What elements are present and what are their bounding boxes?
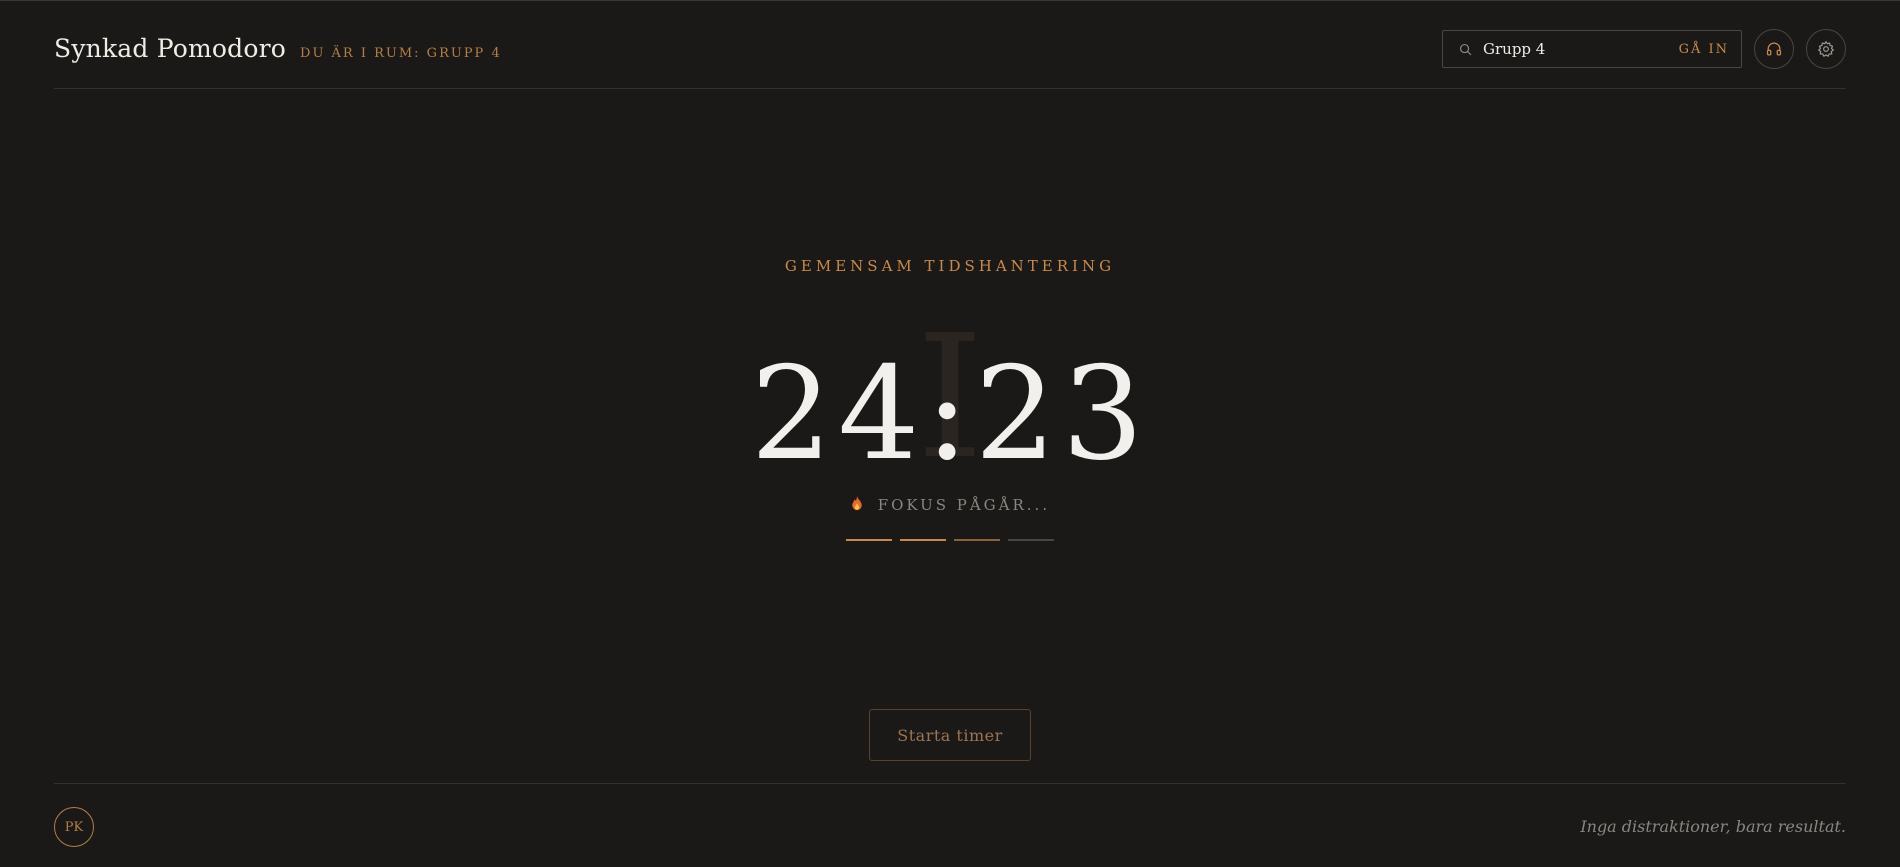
timer-area: I 24:23 (0, 313, 1900, 511)
fire-icon (850, 495, 864, 515)
session-progress (846, 539, 1054, 541)
headphones-icon (1765, 40, 1783, 58)
audio-button[interactable] (1754, 29, 1794, 69)
progress-segment (846, 539, 892, 541)
brand: Synkad Pomodoro DU ÄR I RUM: GRUPP 4 (54, 34, 502, 63)
status-text: FOKUS PÅGÅR... (877, 496, 1051, 514)
room-search-box: GÅ IN (1442, 30, 1742, 68)
room-label: DU ÄR I RUM: GRUPP 4 (300, 46, 502, 61)
app-header: Synkad Pomodoro DU ÄR I RUM: GRUPP 4 GÅ … (54, 1, 1846, 89)
start-timer-button[interactable]: Starta timer (869, 709, 1031, 761)
progress-segment (900, 539, 946, 541)
gear-icon (1817, 40, 1835, 58)
progress-segment (954, 539, 1000, 541)
avatar[interactable]: PK (54, 807, 94, 847)
timer-display: 24:23 (750, 340, 1150, 489)
search-icon (1457, 41, 1473, 57)
progress-segment (1008, 539, 1054, 541)
room-input[interactable] (1483, 40, 1679, 58)
settings-button[interactable] (1806, 29, 1846, 69)
join-room-button[interactable]: GÅ IN (1679, 42, 1729, 57)
session-status: FOKUS PÅGÅR... (0, 495, 1900, 515)
app-footer: PK Inga distraktioner, bara resultat. (54, 783, 1846, 867)
section-kicker: GEMENSAM TIDSHANTERING (784, 257, 1116, 275)
app-title: Synkad Pomodoro (54, 34, 287, 63)
tagline: Inga distraktioner, bara resultat. (1580, 817, 1846, 836)
